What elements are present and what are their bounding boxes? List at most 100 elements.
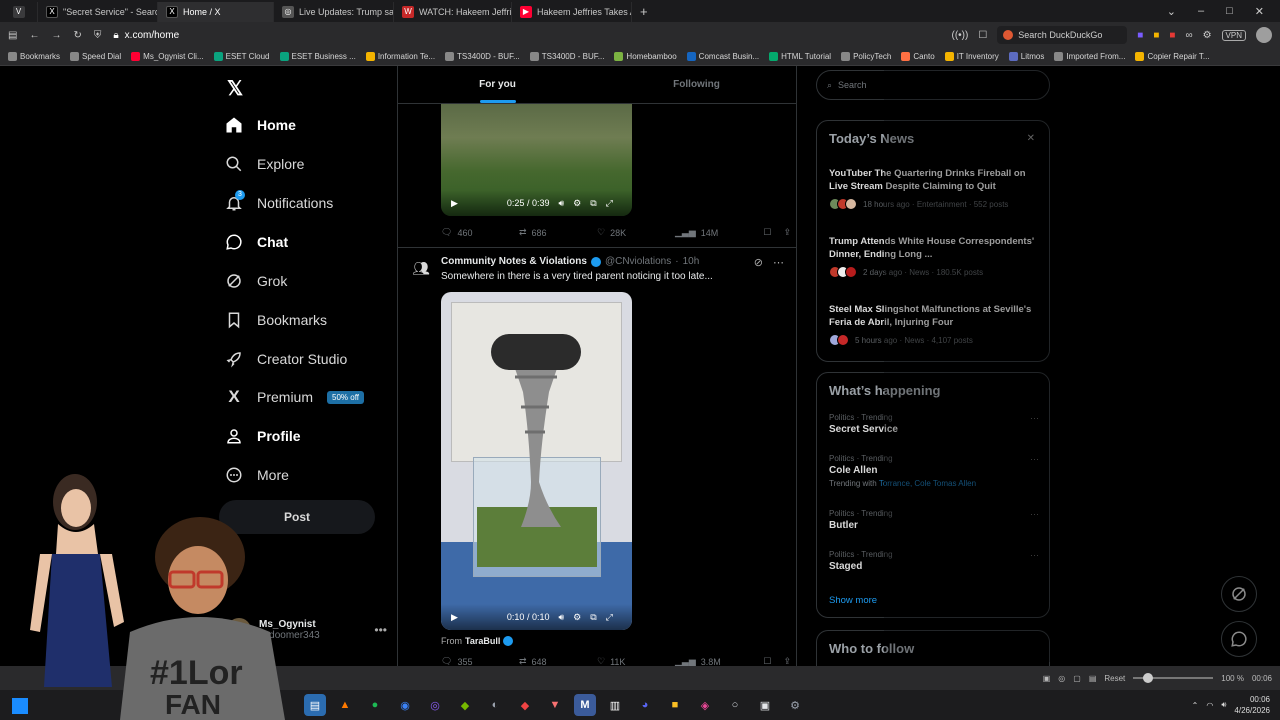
bookmark-item[interactable]: TS3400D - BUF... [529, 52, 604, 61]
app-icon[interactable]: ○ [724, 694, 746, 716]
settings-icon[interactable]: ⚙ [1203, 30, 1212, 41]
trend-item[interactable]: Politics · Trending Butler ⋯ [829, 509, 1043, 531]
image-icon[interactable]: ▤ [1089, 674, 1097, 683]
x-logo-icon[interactable]: 𝕏 [227, 76, 243, 101]
nav-notifications[interactable]: 3 Notifications [225, 190, 333, 212]
new-tab-button[interactable]: + [632, 2, 656, 22]
nav-home[interactable]: Home [225, 116, 296, 134]
nav-grok[interactable]: Grok [225, 272, 287, 290]
like-button[interactable]: ♡ 28K [597, 227, 675, 238]
bookmark-item[interactable]: Canto [901, 52, 935, 61]
fullscreen-icon[interactable]: ⤢ [606, 198, 613, 209]
tab-hakeem-youtube[interactable]: ▶ Hakeem Jeffries Takes Aim [512, 1, 632, 22]
more-options-icon[interactable]: ⋯ [1030, 509, 1039, 520]
zoom-reset-button[interactable]: Reset [1104, 674, 1125, 683]
nav-explore[interactable]: Explore [225, 155, 304, 173]
close-window-icon[interactable]: ✕ [1255, 5, 1264, 18]
camera-icon[interactable]: ◎ [1058, 674, 1065, 683]
bookmark-item[interactable]: IT Inventory [944, 52, 999, 61]
views-button[interactable]: ▁▃▅ 14M [675, 227, 753, 238]
grok-float-button[interactable] [1221, 576, 1257, 612]
bookmark-item[interactable]: Speed Dial [70, 52, 121, 61]
more-options-icon[interactable]: ⋯ [773, 256, 784, 269]
wifi-icon[interactable]: ◠ [1206, 701, 1213, 710]
trend-item[interactable]: Politics · Trending Cole Allen Trending … [829, 454, 1043, 488]
tab-secret-service-search[interactable]: X "Secret Service" - Search / [38, 1, 158, 22]
app-icon[interactable]: ◈ [694, 694, 716, 716]
minimize-icon[interactable]: – [1198, 5, 1204, 18]
share-icon[interactable]: ⇪ [783, 227, 791, 238]
nav-creator-studio[interactable]: Creator Studio [225, 350, 347, 368]
repost-button[interactable]: ⇄ 686 [519, 227, 597, 238]
grok-icon[interactable]: ⊘ [754, 256, 763, 269]
browser-menu-button[interactable]: V [0, 1, 38, 22]
bookmark-item[interactable]: ESET Cloud [213, 52, 270, 61]
notes-icon[interactable]: ■ [1153, 30, 1159, 41]
tile-icon[interactable]: ▢ [1073, 674, 1081, 683]
news-item[interactable]: Steel Max Slingshot Malfunctions at Sevi… [829, 303, 1043, 346]
news-item[interactable]: Trump Attends White House Correspondents… [829, 235, 1043, 278]
tab-live-updates[interactable]: ◎ Live Updates: Trump safe a [274, 1, 394, 22]
bookmark-item[interactable]: TS3400D - BUF... [445, 52, 520, 61]
bookmark-item[interactable]: Litmos [1008, 52, 1044, 61]
back-icon[interactable]: ← [29, 30, 39, 41]
zoom-slider-thumb[interactable] [1142, 673, 1153, 683]
app-icon[interactable]: ▼ [544, 694, 566, 716]
play-icon[interactable]: ▶ [451, 198, 458, 209]
bookmark-item[interactable]: ESET Business ... [279, 52, 356, 61]
glasses-icon[interactable]: ∞ [1185, 30, 1192, 41]
bookmark-icon[interactable]: ☐ [763, 227, 771, 238]
news-item[interactable]: YouTuber The Quartering Drinks Fireball … [829, 167, 1043, 210]
capture-icon[interactable]: ▣ [1043, 674, 1051, 683]
close-icon[interactable]: ✕ [1027, 133, 1035, 144]
brave-icon[interactable]: ■ [1169, 30, 1175, 41]
bookmark-item[interactable]: Homebamboo [614, 52, 677, 61]
taskbar-clock[interactable]: 00:06 4/26/2026 [1234, 694, 1270, 716]
reply-button[interactable]: 🗨︎ 355 [441, 656, 519, 666]
nav-bookmarks[interactable]: Bookmarks [225, 311, 327, 329]
search-input[interactable]: ⌕ Search [816, 70, 1050, 100]
share-icon[interactable]: ⇪ [783, 656, 791, 666]
settings-icon[interactable]: ⚙ [573, 612, 581, 623]
spotify-icon[interactable]: ● [364, 694, 386, 716]
nav-chat[interactable]: Chat [225, 233, 288, 251]
broadcast-icon[interactable]: ((•)) [952, 30, 969, 41]
bookmark-item[interactable]: Imported From... [1054, 52, 1125, 61]
repost-button[interactable]: ⇄ 648 [519, 656, 597, 666]
bookmark-item[interactable]: Bookmarks [8, 52, 60, 61]
nav-premium[interactable]: X Premium 50% off [225, 387, 364, 406]
chevron-up-icon[interactable]: ⌃ [1192, 701, 1199, 710]
url-field[interactable]: 🔒︎ x.com/home [113, 30, 179, 41]
tab-following[interactable]: Following [597, 66, 796, 103]
trend-item[interactable]: Politics · Trending Secret Service ⋯ [829, 413, 1043, 435]
panel-toggle-icon[interactable]: ▤ [8, 30, 17, 41]
tweet-video-player[interactable]: ▶ 0:10 / 0:10 🔊︎ ⚙ ⧉ ⤢ [441, 292, 632, 630]
pip-icon[interactable]: ⧉ [590, 612, 596, 623]
bookmark-item[interactable]: PolicyTech [841, 52, 891, 61]
show-more-link[interactable]: Show more [829, 595, 877, 606]
play-icon[interactable]: ▶ [451, 612, 458, 623]
discord-icon[interactable]: ◕ [634, 694, 656, 716]
bookmark-icon[interactable]: ☐ [763, 656, 771, 666]
nvidia-icon[interactable]: ◆ [454, 694, 476, 716]
bookmark-item[interactable]: Ms_Ogynist Cli... [131, 52, 204, 61]
more-options-icon[interactable]: ⋯ [1030, 550, 1039, 561]
trend-related-links[interactable]: Torrance, Cole Tomas Allen [879, 479, 976, 488]
author-handle[interactable]: @CNviolations [605, 256, 671, 267]
profile-avatar-icon[interactable] [1256, 27, 1272, 43]
more-options-icon[interactable]: ⋯ [1030, 413, 1039, 424]
zoom-slider[interactable] [1133, 673, 1214, 683]
volume-icon[interactable]: 🔊︎ [558, 198, 564, 209]
volume-icon[interactable]: 🔊︎ [1221, 700, 1226, 710]
app-icon[interactable]: ■ [664, 694, 686, 716]
tab-list-icon[interactable]: ⌄ [1167, 5, 1176, 18]
more-options-icon[interactable]: ⋯ [1030, 454, 1039, 465]
like-button[interactable]: ♡ 11K [597, 656, 675, 666]
file-explorer-icon[interactable]: ▤ [304, 694, 326, 716]
reload-icon[interactable]: ↻ [73, 30, 81, 41]
bookmark-item[interactable]: Comcast Busin... [686, 52, 759, 61]
author-name[interactable]: Community Notes & Violations [441, 256, 587, 267]
shield-icon[interactable]: ⛨ [94, 30, 102, 41]
tab-home-x[interactable]: X Home / X [158, 1, 274, 22]
bookmark-item[interactable]: HTML Tutorial [769, 52, 831, 61]
